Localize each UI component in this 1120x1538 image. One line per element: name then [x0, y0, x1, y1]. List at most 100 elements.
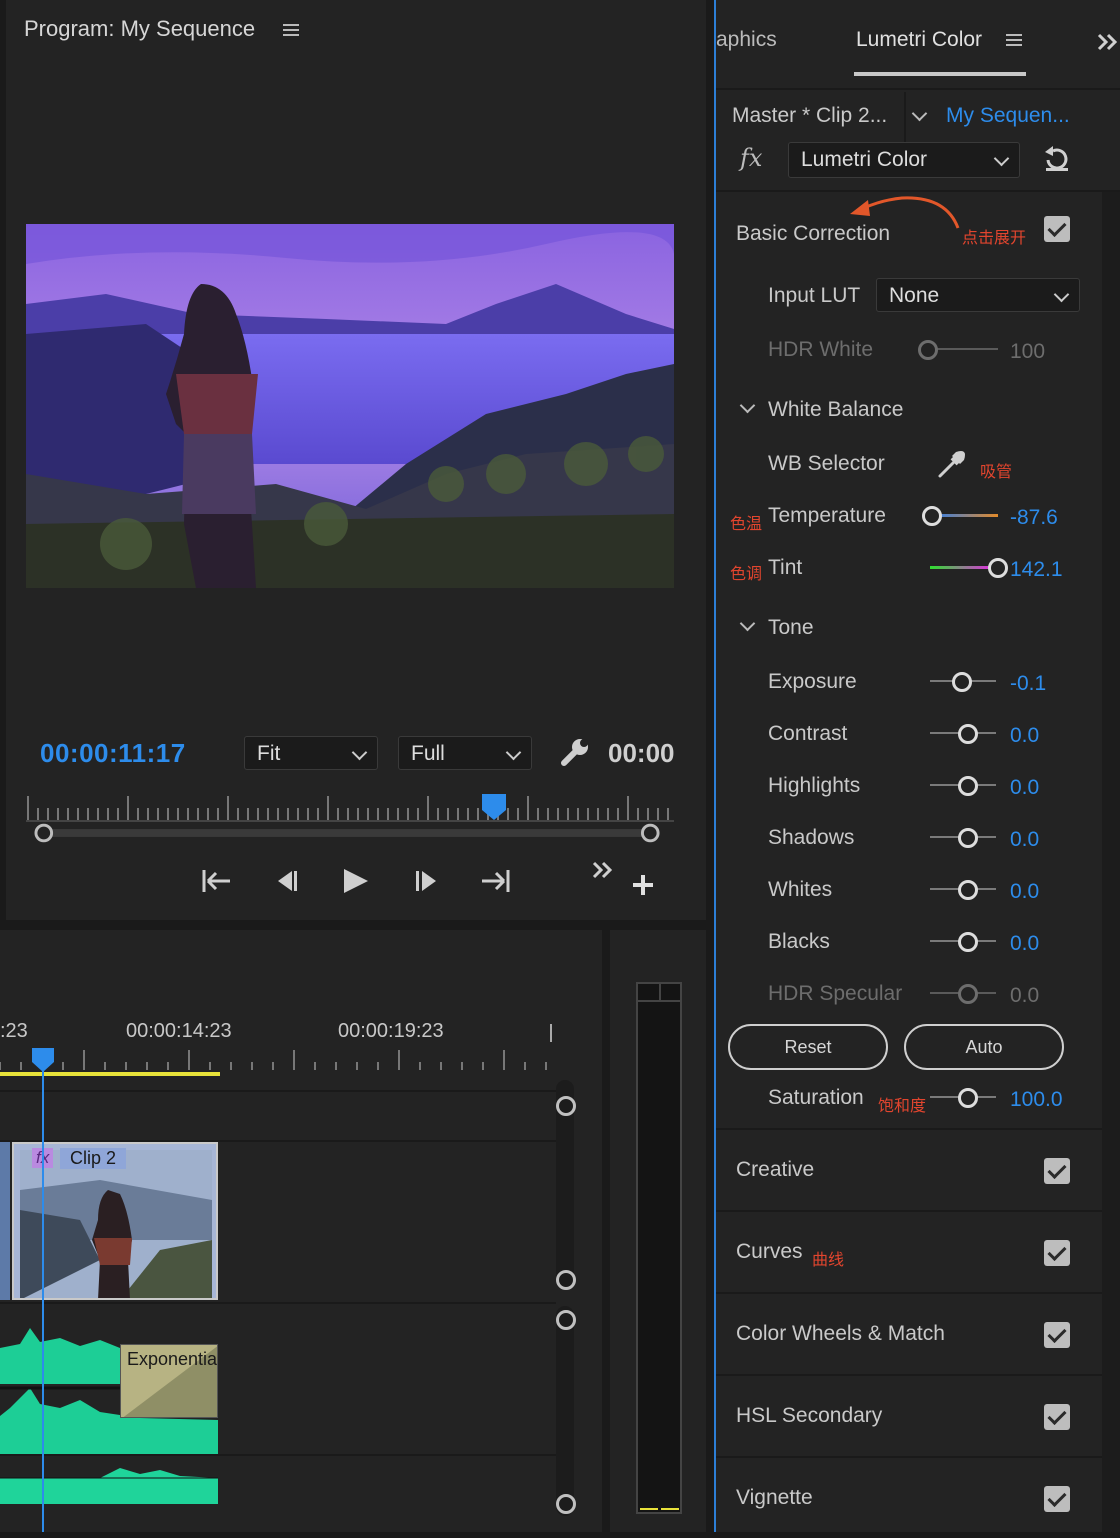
button-editor-plus-icon[interactable] — [630, 872, 656, 898]
go-to-in-point-icon[interactable] — [200, 864, 234, 898]
sequence-clip-tab[interactable]: My Sequen... — [946, 104, 1070, 128]
step-back-icon[interactable] — [270, 864, 304, 898]
shadows-label: Shadows — [768, 826, 855, 849]
wrench-settings-icon[interactable] — [558, 736, 592, 770]
temperature-slider[interactable] — [922, 506, 998, 526]
section-checkbox[interactable] — [1044, 1240, 1070, 1266]
hdr-specular-label: HDR Specular — [768, 982, 903, 1005]
saturation-slider[interactable] — [930, 1088, 996, 1108]
contrast-slider[interactable] — [930, 724, 996, 744]
section-color-wheels-match[interactable]: Color Wheels & Match — [716, 1292, 1102, 1374]
slider-knob[interactable] — [958, 828, 978, 848]
chevron-down-icon — [1053, 286, 1070, 303]
zoom-scroll-bar[interactable] — [34, 822, 662, 844]
contrast-label: Contrast — [768, 722, 848, 745]
effect-instance-dropdown[interactable]: Lumetri Color — [788, 142, 1020, 178]
tint-slider[interactable] — [930, 558, 1008, 578]
section-checkbox[interactable] — [1044, 1404, 1070, 1430]
scroll-handle-bottom[interactable] — [556, 1270, 576, 1290]
whites-value[interactable]: 0.0 — [1010, 880, 1039, 904]
input-lut-dropdown[interactable]: None — [876, 278, 1080, 312]
section-checkbox[interactable] — [1044, 1486, 1070, 1512]
section-checkbox[interactable] — [1044, 1158, 1070, 1184]
slider-knob[interactable] — [988, 558, 1008, 578]
resolution-value: Full — [411, 742, 445, 765]
slider-knob[interactable] — [958, 880, 978, 900]
tab-graphics[interactable]: aphics — [716, 28, 777, 52]
slider-knob[interactable] — [958, 776, 978, 796]
effect-instance-value: Lumetri Color — [801, 148, 928, 171]
more-controls-icon[interactable] — [590, 858, 616, 882]
chevron-down-icon[interactable] — [739, 615, 756, 632]
section-hsl-secondary[interactable]: HSL Secondary — [716, 1374, 1102, 1456]
highlights-slider[interactable] — [930, 776, 996, 796]
section-creative[interactable]: Creative — [716, 1128, 1102, 1210]
eyedropper-icon[interactable] — [936, 448, 968, 480]
slider-knob[interactable] — [922, 506, 942, 526]
shadows-value[interactable]: 0.0 — [1010, 828, 1039, 852]
audio-track-scrollbar[interactable] — [556, 1306, 574, 1516]
tint-value[interactable]: 142.1 — [1010, 558, 1063, 582]
playback-resolution-dropdown[interactable]: Full — [398, 736, 532, 770]
previous-clip[interactable] — [0, 1142, 10, 1300]
slider-knob[interactable] — [958, 932, 978, 952]
work-area-bar[interactable] — [0, 1072, 220, 1076]
shadows-slider[interactable] — [930, 828, 996, 848]
track-divider — [0, 1302, 556, 1304]
tint-gradient-track — [930, 566, 992, 569]
highlights-value[interactable]: 0.0 — [1010, 776, 1039, 800]
program-video-frame[interactable] — [26, 224, 674, 588]
temperature-value[interactable]: -87.6 — [1010, 506, 1058, 530]
clip-thumbnail — [20, 1150, 212, 1298]
auto-button[interactable]: Auto — [904, 1024, 1064, 1070]
blacks-slider[interactable] — [930, 932, 996, 952]
temperature-label: Temperature — [768, 504, 886, 527]
master-clip-tab[interactable]: Master * Clip 2... — [732, 104, 887, 128]
tab-lumetri-label: Lumetri Color — [856, 28, 983, 51]
slider-knob[interactable] — [952, 672, 972, 692]
annotation-saturation: 饱和度 — [878, 1098, 927, 1115]
tone-header[interactable]: Tone — [768, 616, 814, 640]
exposure-value[interactable]: -0.1 — [1010, 672, 1046, 696]
audio-scroll-handle-bottom[interactable] — [556, 1494, 576, 1514]
scroll-handle-top[interactable] — [556, 1096, 576, 1116]
current-timecode[interactable]: 00:00:11:17 — [40, 738, 186, 769]
reset-button[interactable]: Reset — [728, 1024, 888, 1070]
chevron-down-icon[interactable] — [739, 397, 756, 414]
whites-slider[interactable] — [930, 880, 996, 900]
overflow-tabs-icon[interactable] — [1096, 30, 1120, 54]
timeline-playhead-line[interactable] — [42, 1060, 44, 1532]
timeline-playhead-marker[interactable] — [32, 1048, 54, 1072]
white-balance-header[interactable]: White Balance — [768, 398, 903, 422]
audio-meter-panel — [610, 930, 706, 1532]
input-lut-label: Input LUT — [768, 284, 861, 307]
play-icon[interactable] — [338, 864, 372, 898]
slider-knob[interactable] — [958, 724, 978, 744]
zoom-level-dropdown[interactable]: Fit — [244, 736, 378, 770]
section-vignette[interactable]: Vignette — [716, 1456, 1102, 1538]
section-checkbox[interactable] — [1044, 1322, 1070, 1348]
panel-menu-icon[interactable] — [1005, 34, 1022, 47]
blacks-value[interactable]: 0.0 — [1010, 932, 1039, 956]
go-to-out-point-icon[interactable] — [478, 864, 512, 898]
contrast-value[interactable]: 0.0 — [1010, 724, 1039, 748]
slider-track — [932, 348, 998, 350]
exposure-slider[interactable] — [930, 672, 996, 692]
fx-icon[interactable]: fx — [740, 144, 762, 172]
panel-menu-icon[interactable] — [283, 24, 300, 37]
reset-effect-icon[interactable] — [1042, 144, 1072, 174]
basic-correction-checkbox[interactable] — [1044, 216, 1070, 242]
slider-knob[interactable] — [958, 1088, 978, 1108]
section-curves[interactable]: Curves 曲线 — [716, 1210, 1102, 1292]
tab-lumetri-color[interactable]: Lumetri Color — [856, 28, 1022, 52]
program-monitor-title[interactable]: Program: My Sequence — [24, 16, 300, 42]
chevron-down-icon[interactable] — [911, 105, 928, 122]
step-forward-icon[interactable] — [410, 864, 444, 898]
audio-scroll-handle-top[interactable] — [556, 1310, 576, 1330]
clip-name-label: Clip 2 — [60, 1148, 127, 1169]
panel-scrollbar[interactable] — [1102, 192, 1120, 1532]
saturation-value[interactable]: 100.0 — [1010, 1088, 1063, 1112]
audio-transition[interactable]: Exponentia — [120, 1344, 218, 1418]
program-playhead-marker[interactable] — [482, 794, 506, 820]
program-time-ruler[interactable] — [26, 790, 674, 822]
